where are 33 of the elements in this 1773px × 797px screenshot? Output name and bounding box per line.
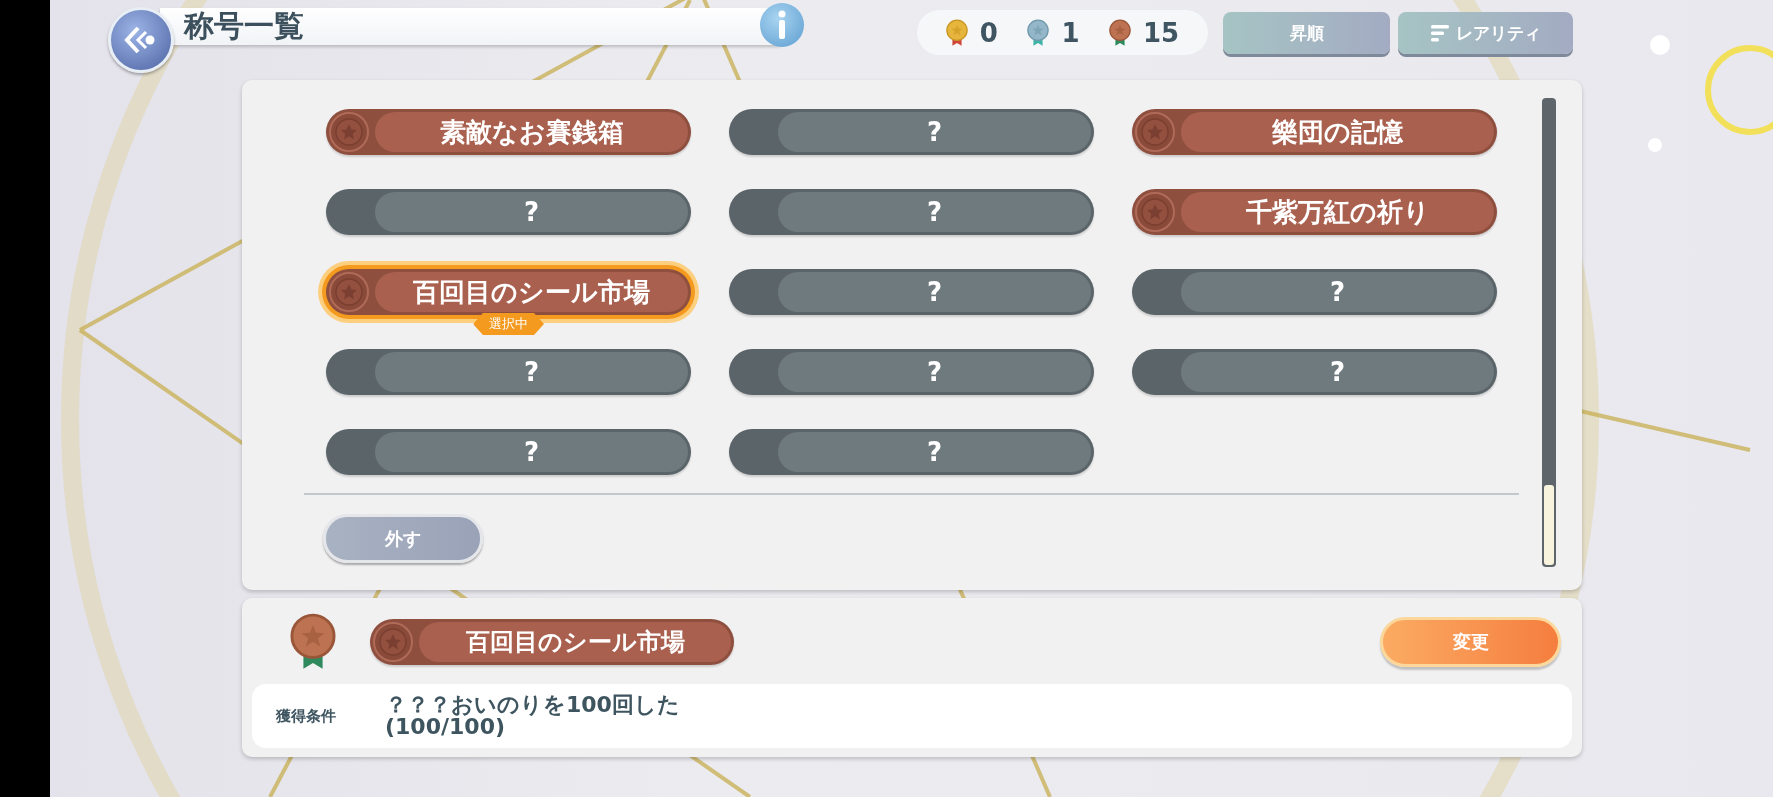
- medal-icon: [1027, 18, 1050, 47]
- condition-text: ？？？おいのりを100回した: [385, 694, 680, 716]
- medal-icon: [290, 613, 336, 671]
- info-icon: [777, 10, 787, 40]
- condition-text: (100/100): [385, 716, 506, 738]
- title-chip[interactable]: ?: [326, 189, 691, 235]
- scrollbar[interactable]: [1542, 98, 1556, 567]
- title-chip[interactable]: ?: [729, 189, 1094, 235]
- back-button[interactable]: [108, 7, 174, 73]
- medal-icon: [1109, 18, 1131, 47]
- remove-button[interactable]: 外す: [323, 514, 483, 563]
- medal-count: 0: [979, 17, 998, 48]
- title-chip[interactable]: 素敵なお賽銭箱: [326, 109, 691, 155]
- title-chip[interactable]: ?: [1132, 269, 1497, 315]
- selected-badge: 選択中: [473, 313, 544, 335]
- medal-count: 15: [1143, 17, 1180, 48]
- page-title: 称号一覧: [184, 7, 304, 45]
- info-button[interactable]: [760, 3, 804, 47]
- change-button[interactable]: 変更: [1380, 617, 1561, 667]
- title-chip[interactable]: 樂団の記憶: [1132, 109, 1497, 155]
- filter-icon: [1430, 23, 1450, 43]
- title-chip[interactable]: ?: [729, 349, 1094, 395]
- condition-label: 獲得条件: [276, 706, 337, 726]
- medal-count: 1: [1061, 17, 1080, 48]
- title-chip[interactable]: ?: [1132, 349, 1497, 395]
- title-chip[interactable]: ?: [729, 269, 1094, 315]
- title-chip[interactable]: ?: [729, 429, 1094, 475]
- title-chip[interactable]: 千紫万紅の祈り: [1132, 189, 1497, 235]
- title-chip[interactable]: ?: [729, 109, 1094, 155]
- title-chip[interactable]: ?: [326, 349, 691, 395]
- title-chip[interactable]: ?: [326, 429, 691, 475]
- title-chip[interactable]: 百回目のシール市場: [370, 619, 734, 665]
- medal-icon: [945, 18, 968, 47]
